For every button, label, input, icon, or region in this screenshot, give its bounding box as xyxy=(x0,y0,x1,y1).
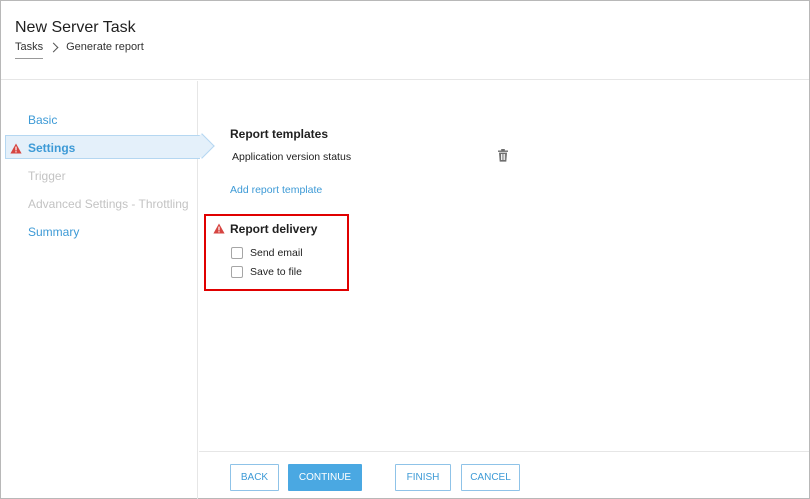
report-delivery-heading: Report delivery xyxy=(230,222,318,236)
back-button[interactable]: BACK xyxy=(230,464,279,491)
sidebar-item-advanced-settings: Advanced Settings - Throttling xyxy=(28,197,189,211)
cancel-button[interactable]: CANCEL xyxy=(461,464,520,491)
page-header: New Server Task Tasks Generate report xyxy=(1,1,809,80)
add-report-template-link[interactable]: Add report template xyxy=(230,184,322,196)
window-frame: New Server Task Tasks Generate report Ba… xyxy=(0,0,810,499)
chevron-right-icon xyxy=(48,42,59,53)
finish-button[interactable]: FINISH xyxy=(395,464,451,491)
sidebar-item-label: Settings xyxy=(28,141,76,155)
settings-panel: Report templates Application version sta… xyxy=(199,81,809,451)
sidebar-item-trigger: Trigger xyxy=(28,169,66,183)
send-email-label: Send email xyxy=(250,247,303,259)
breadcrumb: Tasks Generate report xyxy=(15,41,144,59)
breadcrumb-tasks-link[interactable]: Tasks xyxy=(15,41,44,59)
sidebar-item-summary[interactable]: Summary xyxy=(28,225,79,239)
warning-icon xyxy=(213,223,225,234)
wizard-sidebar: Basic Settings Trigger Advanced Settings… xyxy=(1,81,215,499)
sidebar-item-basic[interactable]: Basic xyxy=(28,113,57,127)
send-email-option[interactable]: Send email xyxy=(231,247,303,259)
breadcrumb-current: Generate report xyxy=(66,41,144,53)
trash-icon[interactable] xyxy=(497,149,509,162)
wizard-footer: BACK CONTINUE FINISH CANCEL xyxy=(199,451,809,499)
save-to-file-option[interactable]: Save to file xyxy=(231,266,302,278)
page-title: New Server Task xyxy=(15,19,136,36)
save-to-file-label: Save to file xyxy=(250,266,302,278)
send-email-checkbox[interactable] xyxy=(231,247,243,259)
report-templates-heading: Report templates xyxy=(230,127,329,141)
save-to-file-checkbox[interactable] xyxy=(231,266,243,278)
warning-icon xyxy=(10,143,22,154)
continue-button[interactable]: CONTINUE xyxy=(288,464,362,491)
report-template-item: Application version status xyxy=(232,151,352,163)
